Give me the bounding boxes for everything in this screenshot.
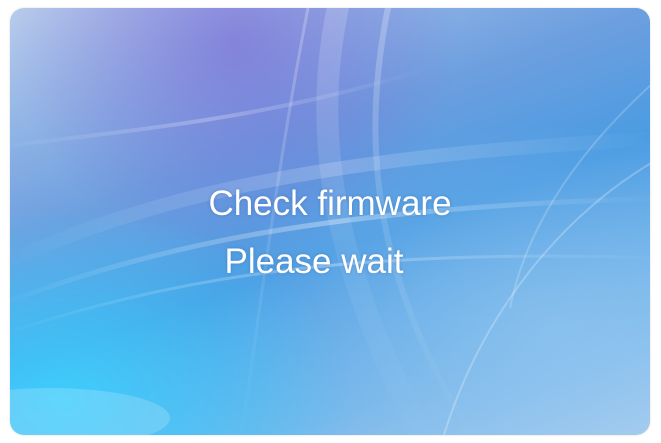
firmware-check-screen: Check firmware Please wait [10,8,650,435]
status-line-please-wait: Please wait [224,242,404,281]
device-frame: Check firmware Please wait [0,0,661,443]
status-line-check-firmware: Check firmware [208,184,452,223]
